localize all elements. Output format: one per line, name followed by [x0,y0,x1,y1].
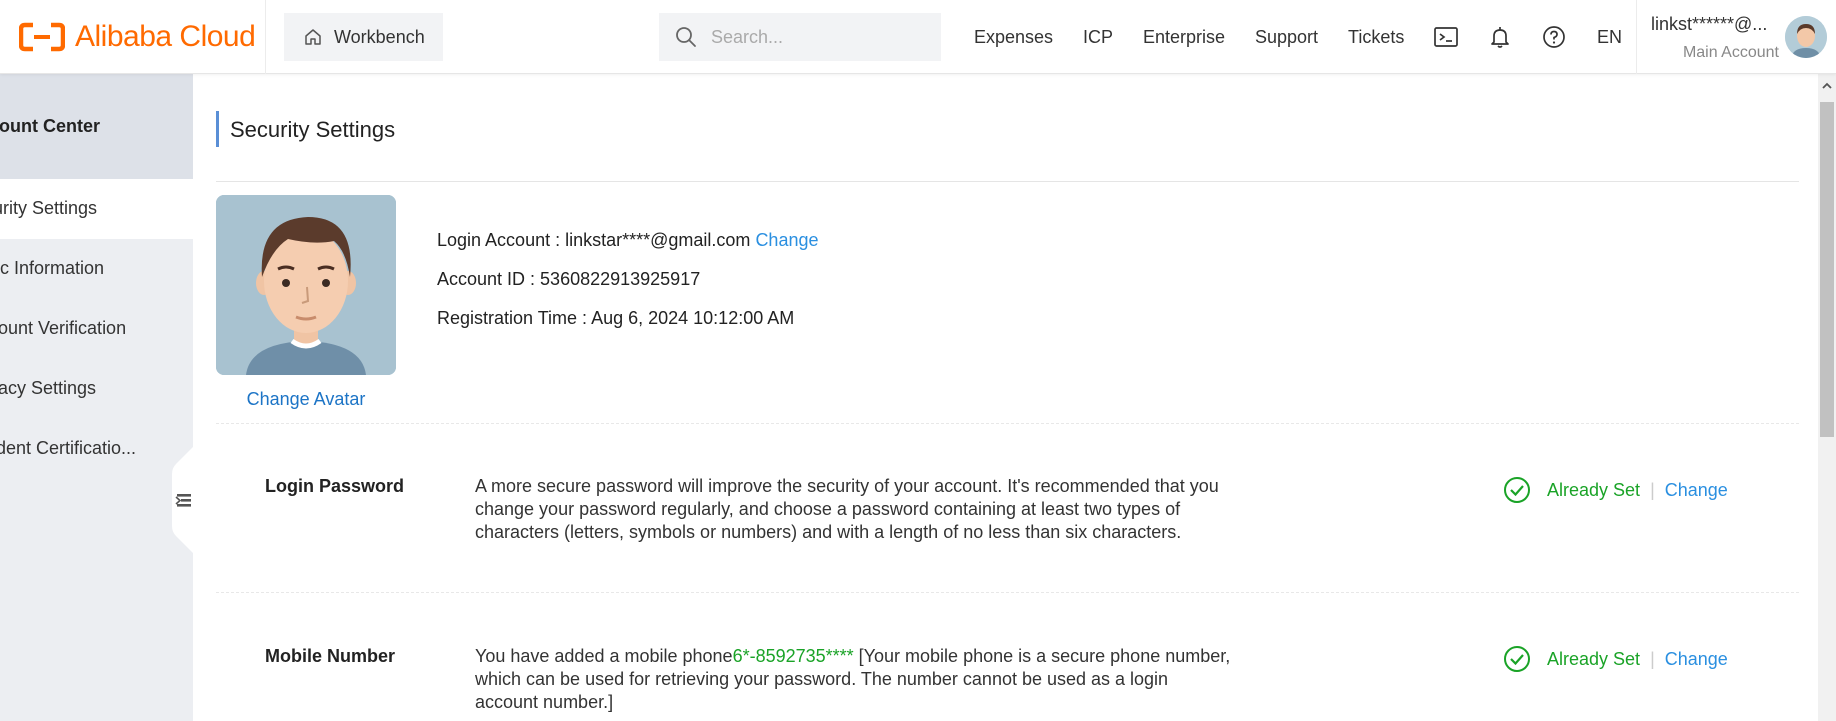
language-switch[interactable]: EN [1597,27,1622,48]
registration-time-row: Registration Time : Aug 6, 2024 10:12:00… [437,308,794,329]
sidebar-item-basic-information[interactable]: ic Information [0,239,193,299]
divider [1636,0,1637,74]
separator: | [1650,479,1655,500]
sidebar-item-label: ic Information [0,258,105,278]
check-circle-icon [1504,646,1530,672]
help-icon[interactable] [1541,24,1567,50]
home-icon [305,29,321,45]
nav-icp[interactable]: ICP [1083,27,1113,48]
change-mobile-link[interactable]: Change [1665,649,1728,670]
scroll-up-icon[interactable] [1821,80,1833,92]
workbench-button[interactable]: Workbench [284,13,443,61]
scrollbar-thumb[interactable] [1820,102,1834,437]
divider [216,181,1799,182]
account-id-label: Account ID : [437,269,541,289]
login-account-row: Login Account : linkstar****@gmail.com C… [437,230,819,251]
login-password-status: Already Set | Change [1503,476,1728,504]
main-content: Security Settings Change Avatar Login Ac… [193,74,1818,721]
status-badge: Already Set [1547,648,1641,669]
account-id-value: 5360822913925917 [540,269,701,289]
user-menu[interactable]: linkst******@... Main Account [1651,14,1781,62]
avatar[interactable] [1785,16,1827,58]
sidebar-title: Account Center [0,116,101,136]
registration-time-value: Aug 6, 2024 10:12:00 AM [591,308,795,328]
terminal-icon[interactable] [1433,24,1459,50]
check-circle-icon [1504,477,1530,503]
sidebar-item-label: dent Certificatio... [0,438,137,458]
top-navigation-bar: Alibaba Cloud Workbench Expenses ICP Ent… [0,0,1836,74]
alibaba-logo-icon [19,22,65,52]
search-input[interactable] [711,26,931,48]
logo-text: Alibaba Cloud [75,20,256,53]
search-icon [676,27,696,47]
sidebar-item-label: ount Verification [0,318,127,338]
sidebar: Account Center urity Settings ic Informa… [0,74,193,721]
sidebar-item-label: acy Settings [0,378,97,398]
divider [265,0,266,74]
change-avatar-link[interactable]: Change Avatar [216,389,396,410]
masked-phone-number: 6*-8592735**** [732,646,854,666]
sidebar-item-student-certification[interactable]: dent Certificatio... [0,419,193,479]
search-box[interactable] [659,13,941,61]
user-avatar-icon [1785,16,1827,58]
registration-time-label: Registration Time : [437,308,592,328]
sidebar-item-security-settings[interactable]: urity Settings [0,179,193,239]
collapse-sidebar-handle[interactable] [172,446,194,554]
nav-expenses[interactable]: Expenses [974,27,1053,48]
nav-enterprise[interactable]: Enterprise [1143,27,1225,48]
scrollbar[interactable] [1818,74,1836,721]
login-password-description: A more secure password will improve the … [475,476,1219,542]
sidebar-item-account-verification[interactable]: ount Verification [0,299,193,359]
title-accent-bar [216,111,219,147]
sidebar-header: Account Center [0,74,193,179]
sidebar-item-label: urity Settings [0,198,98,218]
login-password-label: Login Password [265,476,405,496]
user-name: linkst******@... [1651,14,1768,34]
mobile-number-description: You have added a mobile phone6*-8592735*… [475,646,1231,712]
page-title: Security Settings [230,117,396,142]
change-login-account-link[interactable]: Change [755,230,818,250]
workbench-label: Workbench [334,26,425,47]
mobile-number-label: Mobile Number [265,646,396,666]
sidebar-item-privacy-settings[interactable]: acy Settings [0,359,193,419]
bell-icon[interactable] [1487,24,1513,50]
nav-tickets[interactable]: Tickets [1348,27,1404,48]
profile-avatar-icon [216,195,396,375]
change-password-link[interactable]: Change [1665,480,1728,501]
separator: | [1650,648,1655,669]
nav-support[interactable]: Support [1255,27,1318,48]
login-account-value: linkstar****@gmail.com [565,230,751,250]
account-id-row: Account ID : 5360822913925917 [437,269,700,290]
profile-avatar[interactable] [216,195,396,375]
divider [216,423,1799,424]
alibaba-cloud-logo[interactable]: Alibaba Cloud [19,20,256,54]
status-badge: Already Set [1547,479,1641,500]
login-account-label: Login Account : [437,230,566,250]
user-role: Main Account [1682,44,1779,61]
divider [216,592,1799,593]
mobile-number-status: Already Set | Change [1503,645,1728,673]
